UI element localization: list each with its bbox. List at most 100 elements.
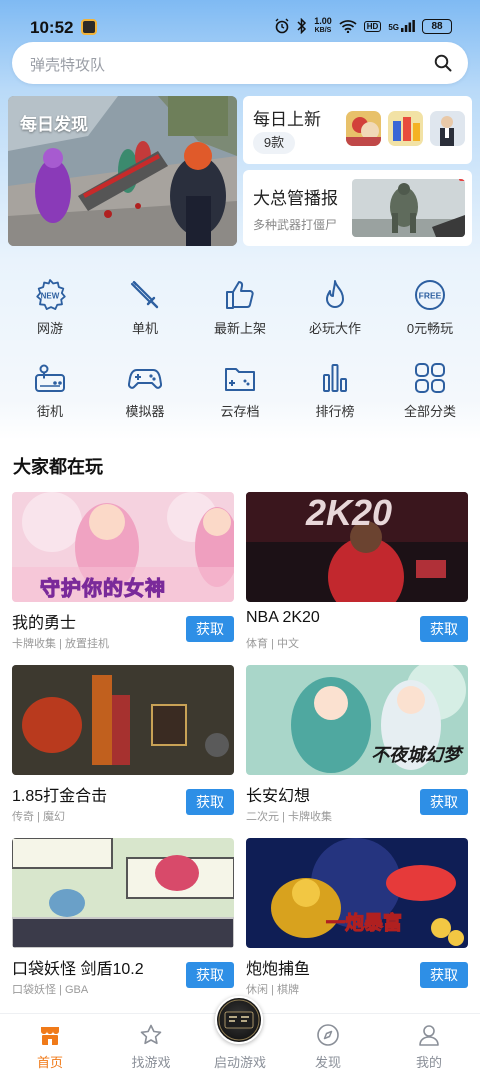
game-banner-text: 一炮暴富	[325, 913, 403, 935]
game-name[interactable]: 长安幻想	[246, 782, 310, 806]
gamepad-icon	[128, 369, 162, 389]
category-label: 0元畅玩	[406, 321, 454, 336]
new-icon: NEW	[36, 279, 66, 310]
get-button[interactable]: 获取	[420, 616, 468, 642]
category-all[interactable]: 全部分类	[390, 361, 470, 420]
category-label: 排行榜	[315, 404, 355, 419]
game-banner-text: 2K20	[306, 492, 393, 533]
daily-discovery-banner[interactable]: 每日发现	[8, 96, 237, 246]
nav-label: 找游戏	[131, 1055, 171, 1070]
svg-text:FREE: FREE	[419, 291, 442, 301]
battery-indicator: 88	[422, 18, 452, 34]
wifi-icon	[339, 20, 357, 33]
signal-indicator: 5G	[388, 20, 415, 32]
game-tags: 卡牌收集 | 放置挂机	[12, 638, 109, 650]
daily-discovery-label: 每日发现	[20, 115, 88, 134]
compass-icon	[317, 1024, 339, 1046]
network-speed: 1.00 KB/S	[314, 17, 332, 35]
grid-icon	[415, 363, 445, 393]
boss-broadcast-card[interactable]: 大总管播报 多种武器打僵尸	[243, 170, 472, 246]
get-button[interactable]: 获取	[186, 616, 234, 642]
game-thumbnail[interactable]: 守护你的女神	[12, 492, 234, 602]
bar-chart-icon	[323, 364, 347, 392]
nav-home[interactable]: 首页	[10, 1014, 90, 1071]
game-banner-text: 守护你的女神	[40, 578, 166, 601]
nav-label: 启动游戏	[213, 1055, 266, 1070]
game-tags: 传奇 | 魔幻	[12, 811, 65, 823]
category-cloud-save[interactable]: 云存档	[200, 361, 280, 420]
network-speed-unit: KB/S	[314, 27, 332, 34]
game-thumbnail[interactable]: 2K20	[246, 492, 468, 602]
star-icon	[140, 1024, 162, 1045]
category-must-play[interactable]: 必玩大作	[295, 278, 375, 337]
notification-app-icon	[81, 19, 97, 35]
game-banner-text: 不夜城幻梦	[371, 745, 461, 765]
category-emulator[interactable]: 模拟器	[105, 361, 185, 420]
search-icon[interactable]	[434, 54, 452, 72]
category-label: 必玩大作	[308, 321, 361, 336]
new-game-thumb-2	[388, 111, 423, 146]
game-name[interactable]: 我的勇士	[12, 609, 76, 633]
arcade-icon	[35, 364, 65, 392]
new-game-thumb-3	[430, 111, 465, 146]
home-icon	[41, 1027, 59, 1045]
category-new-releases[interactable]: 最新上架	[200, 278, 280, 337]
category-single-player[interactable]: 单机	[105, 278, 185, 337]
game-card-changan-fantasy[interactable]: 不夜城幻梦 长安幻想 二次元 | 卡牌收集 获取	[246, 665, 468, 825]
game-tags: 口袋妖怪 | GBA	[12, 984, 89, 996]
game-thumbnail[interactable]: 不夜城幻梦	[246, 665, 468, 775]
status-time: 10:52	[30, 18, 74, 37]
alarm-icon	[275, 18, 289, 34]
fire-icon	[326, 280, 344, 308]
bluetooth-icon	[297, 18, 307, 34]
signal-label: 5G	[388, 23, 399, 32]
boss-broadcast-subtitle: 多种武器打僵尸	[253, 218, 338, 232]
nav-discover[interactable]: 发现	[288, 1014, 368, 1071]
category-label: 街机	[36, 404, 63, 419]
game-name[interactable]: 1.85打金合击	[12, 782, 107, 806]
hd-badge: HD	[363, 20, 382, 32]
game-card-fishing[interactable]: 一炮暴富 炮炮捕鱼 休闲 | 棋牌 获取	[246, 838, 468, 998]
signal-bars-icon	[401, 20, 415, 32]
search-placeholder: 弹壳特攻队	[30, 57, 106, 74]
nav-mine[interactable]: 我的	[389, 1014, 469, 1071]
game-name[interactable]: 炮炮捕鱼	[246, 955, 310, 979]
get-button[interactable]: 获取	[186, 789, 234, 815]
boss-broadcast-title: 大总管播报	[253, 189, 338, 208]
game-card-pocket-monster[interactable]: 口袋妖怪 剑盾10.2 口袋妖怪 | GBA 获取	[12, 838, 234, 998]
nav-label: 首页	[36, 1055, 63, 1070]
game-card-gold-legend[interactable]: 1.85打金合击 传奇 | 魔幻 获取	[12, 665, 234, 825]
status-bar: 10:52 1.00 KB/S HD 5G 88	[0, 0, 480, 40]
network-speed-value: 1.00	[314, 16, 332, 26]
nav-label: 发现	[314, 1055, 341, 1070]
nav-find-games[interactable]: 找游戏	[111, 1014, 191, 1071]
category-label: 最新上架	[213, 321, 266, 336]
game-name[interactable]: NBA 2K20	[246, 609, 320, 627]
user-icon	[419, 1025, 439, 1046]
daily-new-card[interactable]: 每日上新 9款	[243, 96, 472, 164]
svg-text:NEW: NEW	[41, 292, 60, 301]
launch-game-button[interactable]	[215, 996, 263, 1044]
status-icons: 1.00 KB/S HD 5G 88	[274, 17, 452, 35]
game-thumbnail[interactable]	[12, 665, 234, 775]
game-thumbnail[interactable]: 一炮暴富	[246, 838, 468, 948]
daily-new-title: 每日上新	[253, 110, 321, 129]
get-button[interactable]: 获取	[186, 962, 234, 988]
get-button[interactable]: 获取	[420, 962, 468, 988]
category-rankings[interactable]: 排行榜	[295, 361, 375, 420]
category-free-play[interactable]: FREE 0元畅玩	[390, 278, 470, 337]
game-thumbnail[interactable]	[12, 838, 234, 948]
nav-label: 我的	[415, 1055, 442, 1070]
game-name[interactable]: 口袋妖怪 剑盾10.2	[12, 955, 144, 979]
game-card-nba-2k20[interactable]: 2K20 NBA 2K20 体育 | 中文 获取	[246, 492, 468, 652]
launch-icon	[218, 999, 260, 1041]
category-label: 模拟器	[125, 404, 165, 419]
get-button[interactable]: 获取	[420, 789, 468, 815]
game-card-my-warrior[interactable]: 守护你的女神 我的勇士 卡牌收集 | 放置挂机 获取	[12, 492, 234, 652]
category-arcade[interactable]: 街机	[10, 361, 90, 420]
category-label: 网游	[36, 321, 63, 336]
category-online-games[interactable]: NEW 网游	[10, 278, 90, 337]
category-label: 单机	[131, 321, 158, 336]
boss-broadcast-tag	[459, 179, 465, 181]
search-input[interactable]: 弹壳特攻队	[12, 42, 468, 84]
